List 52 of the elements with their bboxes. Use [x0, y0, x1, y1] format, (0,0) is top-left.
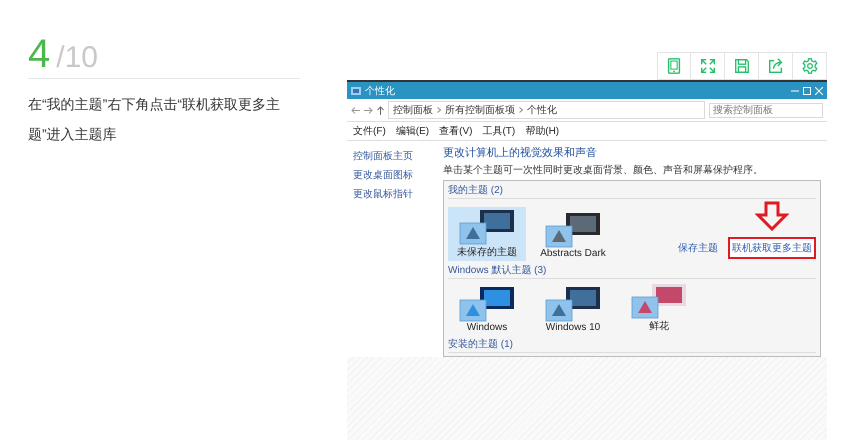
settings-button[interactable] — [793, 52, 827, 80]
save-icon — [732, 57, 750, 75]
chevron-icon — [437, 107, 441, 113]
close-icon[interactable] — [815, 86, 823, 94]
settings-icon — [800, 57, 818, 75]
theme-link[interactable]: 保存主题 — [674, 237, 722, 259]
tablet-button[interactable] — [657, 52, 691, 80]
menu-item[interactable]: 工具(T) — [482, 124, 516, 138]
theme-thumbnail-drawing — [458, 286, 516, 322]
theme-thumbnail-drawing — [544, 212, 602, 248]
menu-item[interactable]: 查看(V) — [439, 124, 472, 138]
tablet-icon — [665, 57, 683, 75]
maximize-icon[interactable] — [803, 86, 811, 94]
sidebar-link[interactable]: 控制面板主页 — [353, 149, 435, 163]
breadcrumb-item[interactable]: 个性化 — [527, 103, 557, 117]
theme-item[interactable]: Windows 10 — [534, 284, 612, 335]
share-button[interactable] — [759, 52, 793, 80]
forward-arrow-icon[interactable] — [364, 106, 373, 114]
theme-item[interactable]: Abstracts Dark — [534, 210, 612, 261]
chevron-icon — [519, 107, 523, 113]
menu-item[interactable]: 帮助(H) — [525, 124, 560, 138]
page-heading: 更改计算机上的视觉效果和声音 — [443, 146, 598, 160]
address-bar[interactable]: 控制面板 所有控制面板项 个性化 — [388, 101, 705, 119]
expand-icon — [698, 57, 716, 75]
save-button[interactable] — [725, 52, 759, 80]
theme-thumbnail-drawing — [630, 283, 688, 319]
theme-thumbnail-drawing — [458, 209, 516, 245]
expand-button[interactable] — [691, 52, 725, 80]
back-arrow-icon[interactable] — [351, 106, 360, 114]
window-icon — [351, 86, 361, 94]
page-description: 单击某个主题可一次性同时更改桌面背景、颜色、声音和屏幕保护程序。 — [443, 164, 764, 177]
step-number: 4 — [28, 34, 50, 74]
window-title: 个性化 — [365, 84, 396, 98]
theme-item[interactable]: 未保存的主题 — [448, 207, 526, 261]
theme-item[interactable]: Windows — [448, 284, 526, 335]
breadcrumb-item[interactable]: 控制面板 — [393, 103, 433, 117]
group-title: 我的主题 (2) — [448, 183, 816, 199]
sidebar-link[interactable]: 更改桌面图标 — [353, 168, 435, 182]
breadcrumb-item[interactable]: 所有控制面板项 — [445, 103, 515, 117]
theme-link[interactable]: 联机获取更多主题 — [728, 237, 816, 259]
sidebar-link[interactable]: 更改鼠标指针 — [353, 187, 435, 201]
group-title: 安装的主题 (1) — [448, 337, 816, 353]
step-description: 在“我的主题”右下角点击“联机获取更多主题”进入主题库 — [28, 95, 281, 144]
theme-thumbnail-drawing — [544, 286, 602, 322]
search-field[interactable]: 搜索控制面板 — [709, 102, 823, 118]
menu-item[interactable]: 文件(F) — [353, 124, 386, 138]
share-icon — [766, 57, 784, 75]
group-title: Windows 默认主题 (3) — [448, 263, 816, 279]
up-arrow-icon[interactable] — [377, 106, 384, 114]
theme-item[interactable]: 鲜花 — [620, 281, 698, 335]
down-arrow-icon — [755, 201, 789, 231]
menu-item[interactable]: 编辑(E) — [396, 124, 430, 138]
